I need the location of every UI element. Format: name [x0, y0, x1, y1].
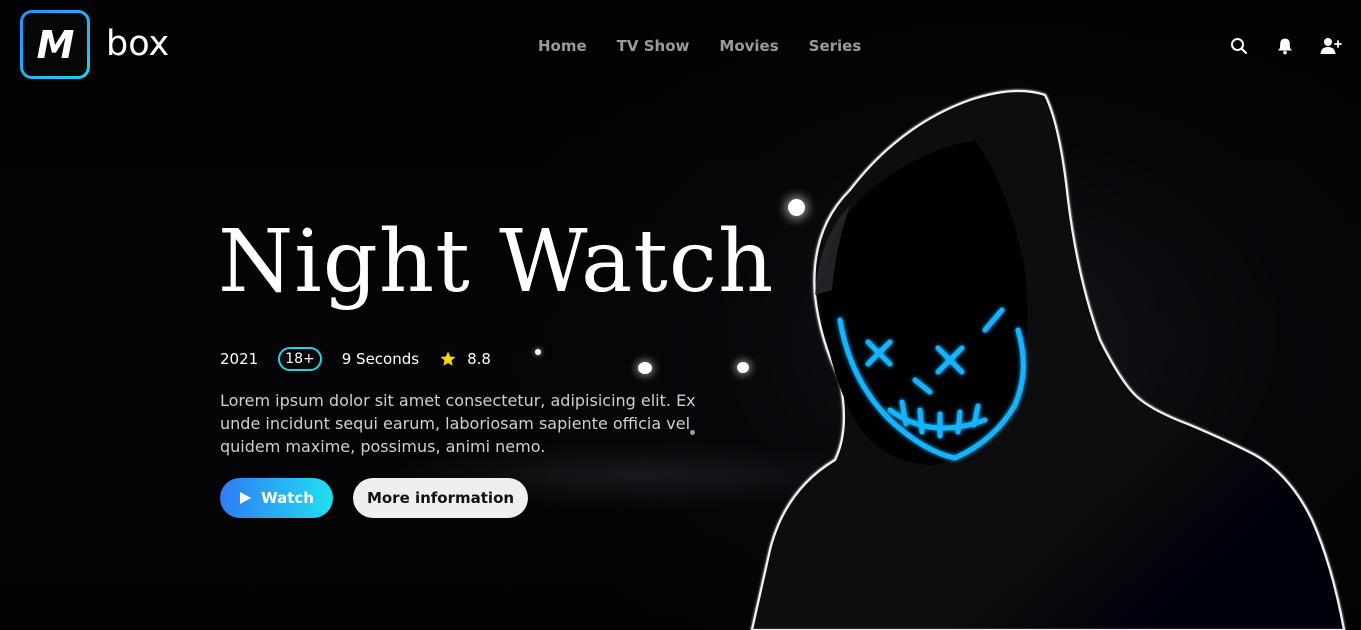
nav-item-tv-show[interactable]: TV Show — [617, 35, 690, 57]
search-icon[interactable] — [1227, 34, 1251, 58]
watch-button-label: Watch — [261, 489, 314, 507]
movie-meta: 2021 18+ 9 Seconds 8.8 — [220, 347, 491, 371]
logo-letter: M — [36, 22, 75, 67]
nav-item-home[interactable]: Home — [538, 35, 587, 57]
bokeh-light — [535, 349, 541, 355]
duration: 9 Seconds — [341, 350, 420, 368]
movie-description: Lorem ipsum dolor sit amet consectetur, … — [220, 391, 696, 456]
rating-score: 8.8 — [467, 350, 491, 368]
bell-icon[interactable] — [1273, 34, 1297, 58]
main-nav: Home TV Show Movies Series — [523, 35, 876, 57]
bokeh-light — [638, 362, 652, 374]
site-header: M box Home TV Show Movies Series — [0, 0, 1361, 90]
brand-name[interactable]: box — [106, 22, 169, 66]
star-icon — [439, 350, 457, 368]
logo-icon[interactable]: M — [20, 10, 90, 79]
hooded-figure-image — [750, 89, 1346, 630]
add-user-icon[interactable] — [1319, 34, 1343, 58]
nav-item-series[interactable]: Series — [809, 35, 862, 57]
release-year: 2021 — [220, 350, 259, 368]
more-information-button[interactable]: More information — [353, 478, 528, 518]
movie-title: Night Watch — [218, 212, 775, 312]
age-rating-badge: 18+ — [278, 347, 322, 371]
header-actions — [1205, 34, 1343, 58]
watch-button[interactable]: Watch — [220, 478, 333, 518]
play-icon — [240, 492, 252, 504]
nav-item-movies[interactable]: Movies — [719, 35, 778, 57]
